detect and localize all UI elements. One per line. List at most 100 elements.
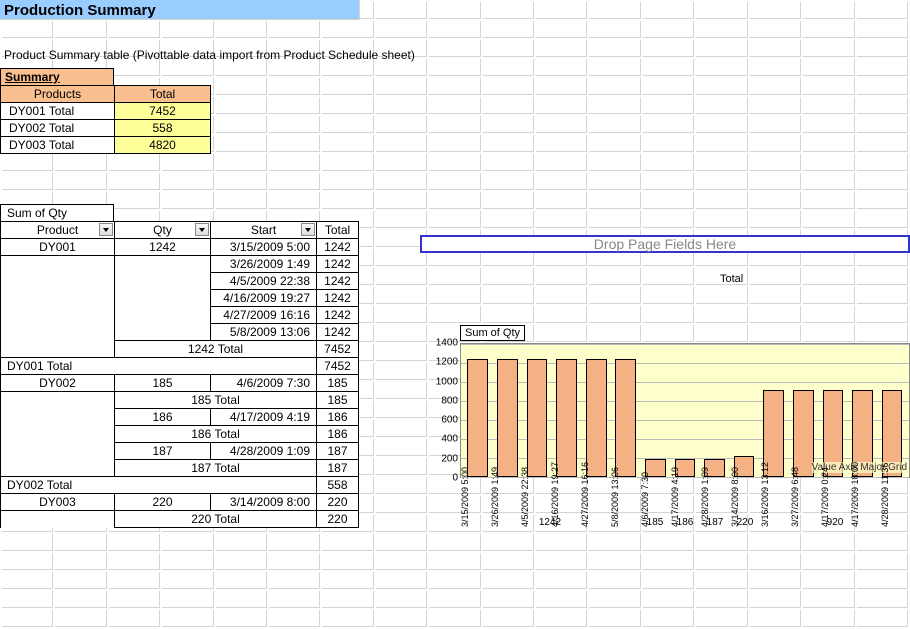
summary-col-total: Total [115, 86, 211, 103]
pivot-product [1, 511, 115, 528]
pivot-product [1, 409, 115, 426]
dropdown-icon[interactable] [195, 223, 209, 236]
pivot-grand-label: DY001 Total [1, 358, 317, 375]
pivot-row[interactable]: DY0021854/6/2009 7:30185 [1, 375, 359, 392]
pivot-product [1, 324, 115, 341]
subtitle: Product Summary table (Pivottable data i… [0, 46, 910, 64]
pivot-start: 3/14/2009 8:00 [211, 494, 317, 511]
dropdown-icon[interactable] [99, 223, 113, 236]
page-title: Production Summary [0, 0, 360, 20]
pivot-product [1, 307, 115, 324]
pivot-row[interactable]: 1864/17/2009 4:19186 [1, 409, 359, 426]
pivot-subtotal-label: 185 Total [115, 392, 317, 409]
pivot-row[interactable]: DY00112423/15/2009 5:001242 [1, 239, 359, 256]
summary-label: DY003 Total [1, 137, 115, 154]
pivot-qty: 1242 [115, 239, 211, 256]
pivot-start: 4/6/2009 7:30 [211, 375, 317, 392]
pivot-subtotal-label: 220 Total [115, 511, 317, 528]
pivot-qty: 187 [115, 443, 211, 460]
pivot-total: 187 [317, 460, 359, 477]
pivot-start: 4/5/2009 22:38 [211, 273, 317, 290]
pivot-row[interactable]: 1242 Total7452 [1, 341, 359, 358]
pivot-qty [115, 273, 211, 290]
pivot-col-qty[interactable]: Qty [115, 222, 211, 239]
pivot-qty [115, 256, 211, 273]
pivot-total: 186 [317, 409, 359, 426]
pivot-qty [115, 290, 211, 307]
summary-label: DY001 Total [1, 103, 115, 120]
pivot-row[interactable]: 4/5/2009 22:381242 [1, 273, 359, 290]
summary-row: DY003 Total4820 [1, 137, 211, 154]
pivot-area: Sum of Qty Product Qty Start Total DY001… [0, 204, 910, 528]
pivot-row[interactable]: 186 Total186 [1, 426, 359, 443]
pivot-row[interactable]: DY001 Total7452 [1, 358, 359, 375]
pivot-row[interactable]: DY0032203/14/2009 8:00220 [1, 494, 359, 511]
pivot-start: 4/28/2009 1:09 [211, 443, 317, 460]
pivot-product [1, 443, 115, 460]
pivot-qty: 220 [115, 494, 211, 511]
pivot-total: 7452 [317, 358, 359, 375]
col-label: Start [251, 223, 276, 237]
pivot-start: 5/8/2009 13:06 [211, 324, 317, 341]
pivot-total: 558 [317, 477, 359, 494]
pivot-row[interactable]: 1874/28/2009 1:09187 [1, 443, 359, 460]
summary-value: 4820 [115, 137, 211, 154]
pivot-total: 1242 [317, 324, 359, 341]
pivot-total: 186 [317, 426, 359, 443]
pivot-product [1, 426, 115, 443]
pivot-total: 7452 [317, 341, 359, 358]
pivot-product [1, 392, 115, 409]
pivot-total: 1242 [317, 273, 359, 290]
pivot-total: 220 [317, 511, 359, 528]
pivot-total: 185 [317, 392, 359, 409]
summary-value: 7452 [115, 103, 211, 120]
pivot-row[interactable]: 220 Total220 [1, 511, 359, 528]
summary-row: DY002 Total558 [1, 120, 211, 137]
pivot-product: DY003 [1, 494, 115, 511]
pivot-start: 4/27/2009 16:16 [211, 307, 317, 324]
pivot-row[interactable]: 4/27/2009 16:161242 [1, 307, 359, 324]
pivot-row[interactable]: 4/16/2009 19:271242 [1, 290, 359, 307]
pivot-subtotal-label: 1242 Total [115, 341, 317, 358]
pivot-product: DY002 [1, 375, 115, 392]
summary-row: DY001 Total7452 [1, 103, 211, 120]
pivot-product [1, 256, 115, 273]
pivot-table[interactable]: Product Qty Start Total DY00112423/15/20… [0, 221, 359, 528]
summary-header: Summary [0, 68, 114, 85]
pivot-start: 3/15/2009 5:00 [211, 239, 317, 256]
pivot-measure: Sum of Qty [0, 204, 114, 221]
pivot-col-start[interactable]: Start [211, 222, 317, 239]
pivot-total: 1242 [317, 256, 359, 273]
pivot-col-product[interactable]: Product [1, 222, 115, 239]
pivot-row[interactable]: 185 Total185 [1, 392, 359, 409]
dropdown-icon[interactable] [301, 223, 315, 236]
pivot-row[interactable]: 3/26/2009 1:491242 [1, 256, 359, 273]
pivot-qty [115, 324, 211, 341]
pivot-qty: 186 [115, 409, 211, 426]
pivot-qty: 185 [115, 375, 211, 392]
pivot-product [1, 290, 115, 307]
pivot-total: 187 [317, 443, 359, 460]
summary-label: DY002 Total [1, 120, 115, 137]
pivot-start: 4/17/2009 4:19 [211, 409, 317, 426]
pivot-product: DY001 [1, 239, 115, 256]
pivot-total: 220 [317, 494, 359, 511]
pivot-grand-label: DY002 Total [1, 477, 317, 494]
pivot-subtotal-label: 186 Total [115, 426, 317, 443]
summary-col-products: Products [1, 86, 115, 103]
pivot-total: 1242 [317, 239, 359, 256]
summary-value: 558 [115, 120, 211, 137]
pivot-qty [115, 307, 211, 324]
pivot-total: 185 [317, 375, 359, 392]
pivot-total: 1242 [317, 307, 359, 324]
pivot-product [1, 341, 115, 358]
pivot-row[interactable]: 187 Total187 [1, 460, 359, 477]
pivot-product [1, 273, 115, 290]
pivot-start: 3/26/2009 1:49 [211, 256, 317, 273]
col-label: Qty [153, 223, 172, 237]
pivot-subtotal-label: 187 Total [115, 460, 317, 477]
pivot-product [1, 460, 115, 477]
pivot-row[interactable]: 5/8/2009 13:061242 [1, 324, 359, 341]
summary-table: Products Total DY001 Total7452DY002 Tota… [0, 85, 211, 154]
pivot-row[interactable]: DY002 Total558 [1, 477, 359, 494]
